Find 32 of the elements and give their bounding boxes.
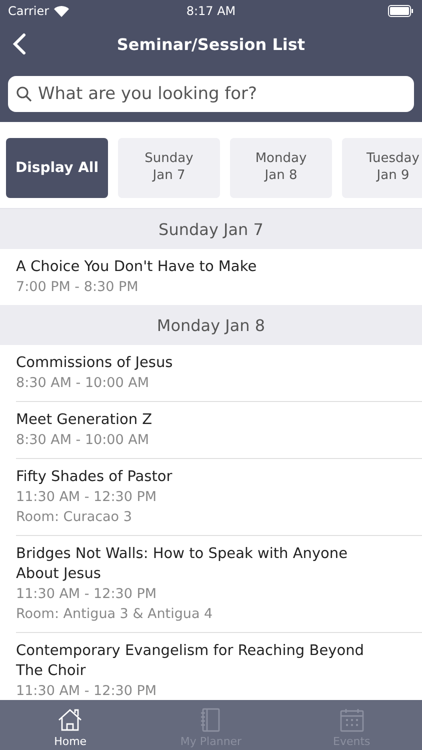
status-time: 8:17 AM xyxy=(186,4,236,18)
home-icon xyxy=(57,708,84,732)
session-time: 8:30 AM - 10:00 AM xyxy=(16,431,150,450)
battery-icon xyxy=(388,5,414,17)
day-filter-tab[interactable]: Monday Jan 8 xyxy=(230,138,332,198)
tab-bar-item[interactable]: Home xyxy=(0,700,141,750)
session-time: 8:30 AM - 10:00 AM xyxy=(16,374,150,393)
session-title[interactable]: Meet Generation Z xyxy=(16,410,392,430)
screen-title: Seminar/Session List xyxy=(116,34,306,54)
session-room: Room: Curacao 3 xyxy=(16,508,133,527)
section-title: Sunday Jan 7 xyxy=(158,220,264,238)
day-filter-tab[interactable]: Sunday Jan 7 xyxy=(118,138,220,198)
session-title[interactable]: A Choice You Don't Have to Make xyxy=(16,257,392,277)
carrier-label: Carrier xyxy=(8,4,50,18)
session-time: 7:00 PM - 8:30 PM xyxy=(16,278,140,297)
day-filter-tab[interactable]: Display All xyxy=(6,138,108,198)
session-time: 11:30 AM - 12:30 PM xyxy=(16,682,158,700)
back-icon[interactable] xyxy=(12,33,26,55)
session-time: 11:30 AM - 12:30 PM xyxy=(16,488,158,507)
day-filter-tab[interactable]: Tuesday Jan 9 xyxy=(342,138,422,198)
search-field[interactable]: What are you looking for? xyxy=(8,76,414,112)
session-title[interactable]: Bridges Not Walls: How to Speak with Anyone About Jesus xyxy=(16,544,392,584)
session-title[interactable]: Contemporary Evangelism for Reaching Beyond The Choir xyxy=(16,641,392,681)
session-time: 11:30 AM - 12:30 PM xyxy=(16,585,158,604)
wifi-icon xyxy=(54,6,70,16)
calendar-icon xyxy=(340,708,364,732)
session-title[interactable]: Commissions of Jesus xyxy=(16,353,392,373)
notebook-icon xyxy=(201,708,221,732)
session-room: Room: Antigua 3 & Antigua 4 xyxy=(16,605,214,624)
section-title: Monday Jan 8 xyxy=(156,316,266,334)
search-icon xyxy=(16,86,32,102)
session-title[interactable]: Fifty Shades of Pastor xyxy=(16,467,392,487)
